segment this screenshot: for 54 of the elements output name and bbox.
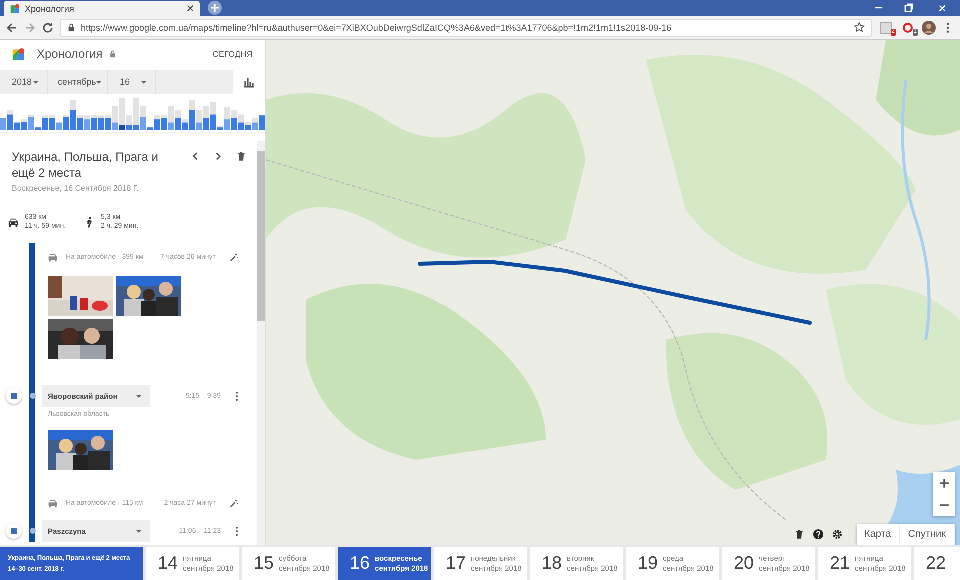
maps-logo-icon xyxy=(12,48,25,60)
bar-chart-icon xyxy=(243,76,255,88)
close-icon[interactable] xyxy=(187,5,194,12)
date-dropdown[interactable]: 2018 xyxy=(0,70,48,94)
maps-pin-icon xyxy=(10,4,20,14)
car-icon xyxy=(8,216,19,228)
day-number: 21 xyxy=(830,553,850,574)
edit-wand-icon[interactable] xyxy=(230,252,239,262)
map-type-button[interactable]: Карта xyxy=(856,524,900,545)
back-icon[interactable] xyxy=(6,22,18,34)
new-tab-button[interactable] xyxy=(208,1,222,15)
more-icon[interactable] xyxy=(235,390,239,402)
day-number: 14 xyxy=(158,553,178,574)
zoom-out-button[interactable] xyxy=(933,494,955,516)
map-type-button[interactable]: Спутник xyxy=(900,524,955,545)
address-field[interactable]: https://www.google.com.ua/maps/timeline?hl=ru&authuser=0&ei=7XiBXOubDeiwrgSdlZaICQ%3A6&ved=1t%3A17706&pb=!1m2!1m1!1s2018-09-16 xyxy=(60,18,872,36)
day-number: 17 xyxy=(446,553,466,574)
day-number: 20 xyxy=(734,553,754,574)
more-icon[interactable] xyxy=(235,526,239,536)
browser-tab[interactable]: Хронология xyxy=(4,1,200,16)
tab-title: Хронология xyxy=(25,4,76,14)
day-date: Воскресенье, 16 Сентября 2018 Г. xyxy=(11,183,140,193)
scrollbar[interactable] xyxy=(257,141,265,545)
lock-icon xyxy=(67,23,76,32)
delete-icon[interactable] xyxy=(794,529,805,540)
plus-icon xyxy=(938,478,950,488)
today-button[interactable]: СЕГОДНЯ xyxy=(212,48,253,60)
car-icon xyxy=(48,252,58,262)
place-icon xyxy=(6,388,22,404)
url-text: https://www.google.com.ua/maps/timeline?hl=ru&authuser=0&ei=7XiBXOubDeiwrgSdlZaICQ%3A6&ved=1t%3A17706&pb=!1m2!1m1!1s2018-09-16 xyxy=(81,22,673,32)
date-dropdown[interactable]: сентябрь xyxy=(48,70,108,94)
avatar-icon[interactable] xyxy=(922,20,936,34)
star-icon[interactable] xyxy=(854,22,865,33)
day-number: 16 xyxy=(350,553,370,574)
edit-wand-icon[interactable] xyxy=(230,498,239,508)
scrollbar-thumb[interactable] xyxy=(257,151,265,321)
reload-icon[interactable] xyxy=(42,22,54,34)
car-icon xyxy=(48,498,58,508)
delete-icon[interactable] xyxy=(236,151,247,162)
lock-icon xyxy=(108,50,117,58)
day-number: 22 xyxy=(926,553,946,574)
close-icon xyxy=(938,4,946,12)
help-icon[interactable] xyxy=(812,529,824,540)
day-number: 18 xyxy=(542,553,562,574)
day-card[interactable]: 22 xyxy=(914,547,960,580)
place-icon xyxy=(6,523,22,539)
date-dropdown[interactable]: 16 xyxy=(108,70,156,94)
settings-icon[interactable] xyxy=(832,529,843,540)
page-title: Хронология xyxy=(37,47,103,61)
zoom-in-button[interactable] xyxy=(933,472,955,494)
day-title: Украина, Польша, Прага и ещё 2 места xyxy=(12,149,160,181)
menu-icon[interactable] xyxy=(946,22,950,34)
day-number: 15 xyxy=(254,553,274,574)
day-number: 19 xyxy=(638,553,658,574)
